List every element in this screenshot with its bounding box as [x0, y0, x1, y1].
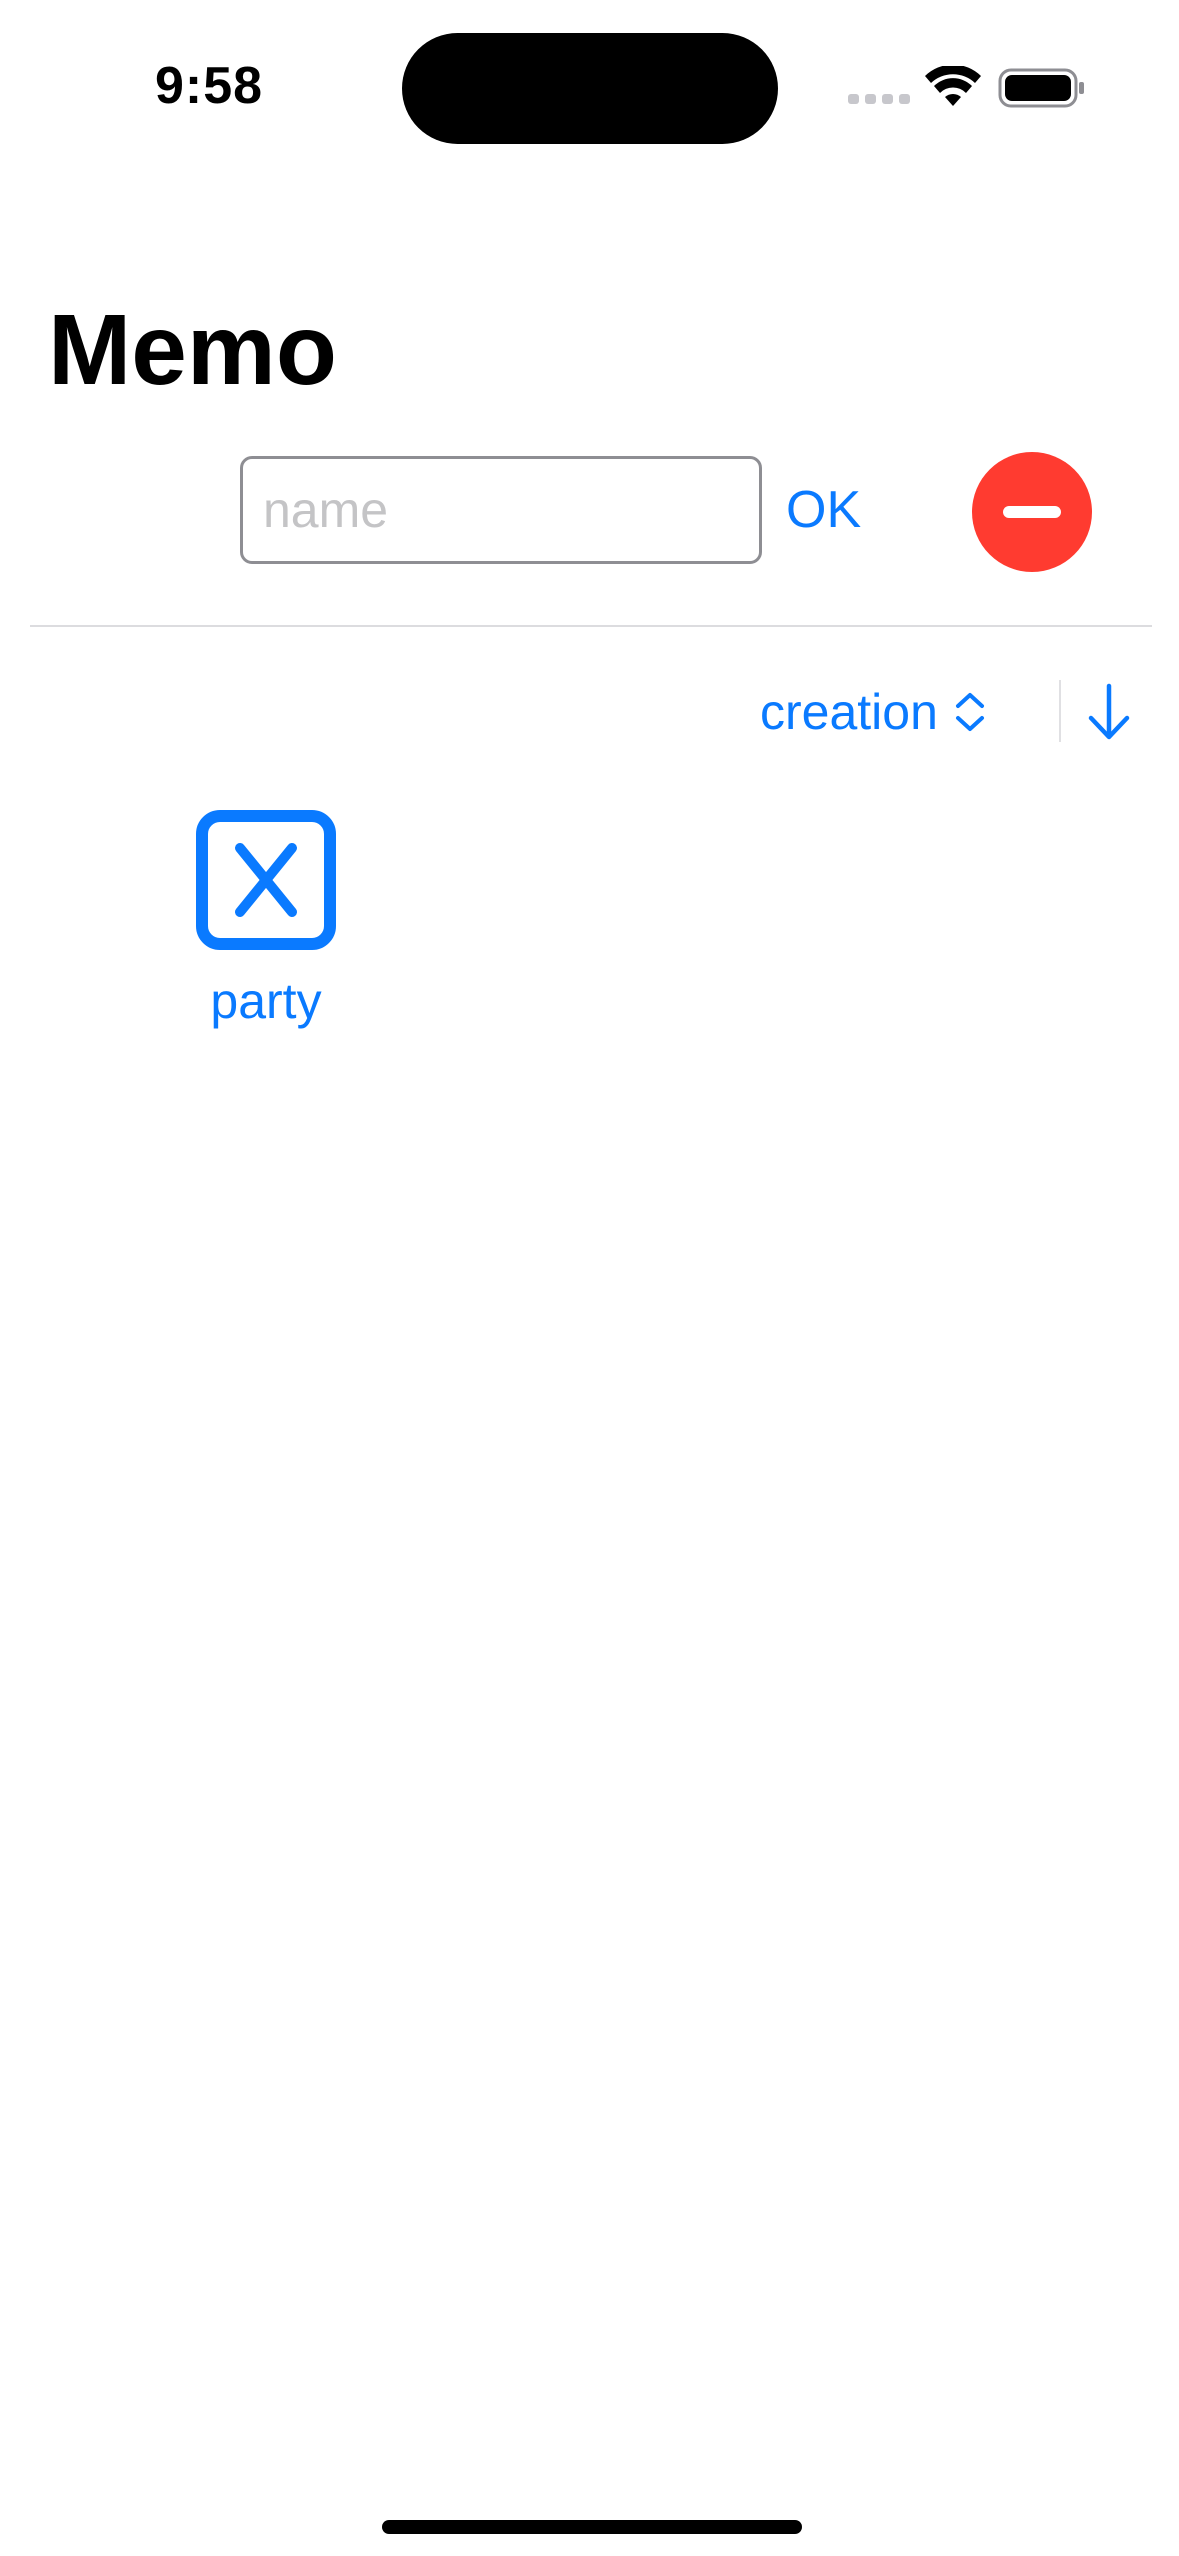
status-bar: 9:58: [0, 0, 1179, 160]
divider: [30, 625, 1152, 627]
sort-picker-label: creation: [760, 684, 938, 740]
delete-button[interactable]: [972, 452, 1092, 572]
memo-label: party: [210, 973, 322, 1029]
name-input[interactable]: [240, 456, 762, 564]
cellular-signal-icon: [848, 94, 910, 104]
xmark-square-icon: [196, 810, 336, 950]
status-time: 9:58: [155, 57, 264, 115]
sort-picker[interactable]: creation: [760, 680, 988, 744]
ok-button[interactable]: OK: [786, 474, 861, 546]
arrow-down-icon[interactable]: [1086, 682, 1132, 742]
dynamic-island: [402, 33, 778, 144]
sort-separator: [1059, 680, 1061, 742]
wifi-icon: [925, 66, 981, 106]
page-title: Memo: [48, 294, 337, 406]
memo-item[interactable]: party: [196, 810, 336, 1030]
battery-icon: [998, 68, 1084, 108]
minus-circle-icon: [1003, 506, 1061, 518]
chevron-updown-icon: [955, 693, 984, 731]
home-indicator[interactable]: [382, 2520, 802, 2534]
